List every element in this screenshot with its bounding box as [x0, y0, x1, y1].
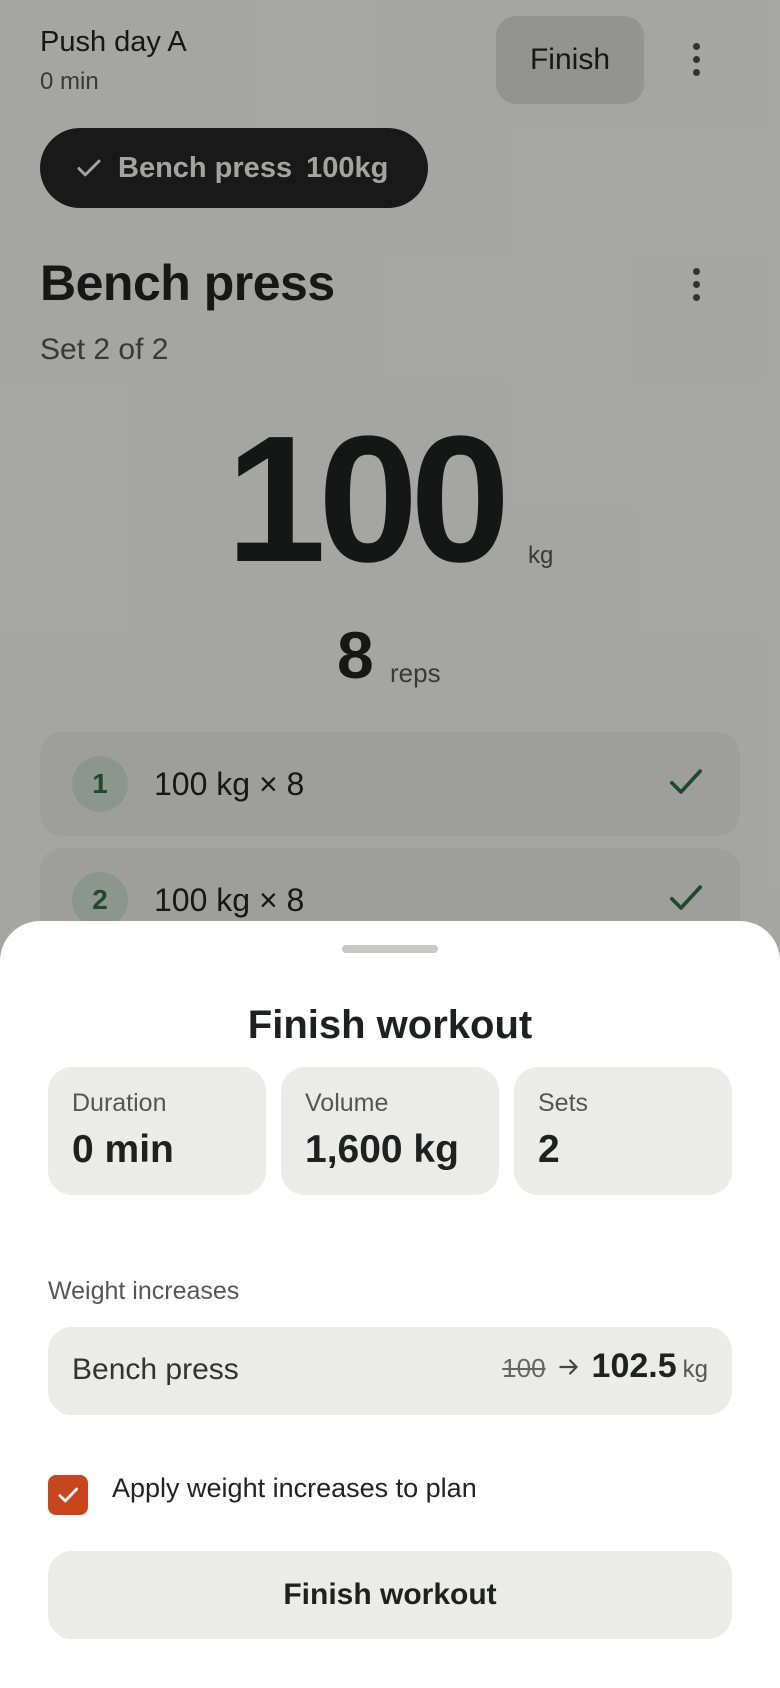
checkmark-icon — [58, 1487, 79, 1503]
stat-card-sets: Sets 2 — [514, 1067, 732, 1195]
stat-label: Duration — [72, 1089, 167, 1117]
apply-increases-option[interactable]: Apply weight increases to plan — [48, 1461, 477, 1515]
stat-value: 0 min — [72, 1128, 174, 1171]
apply-increases-checkbox[interactable] — [48, 1475, 88, 1515]
apply-increases-label: Apply weight increases to plan — [112, 1472, 477, 1503]
stat-card-duration: Duration 0 min — [48, 1067, 266, 1195]
weight-increases-label: Weight increases — [48, 1277, 240, 1305]
new-weight-unit: kg — [682, 1356, 708, 1383]
finish-workout-sheet: Finish workout Duration 0 min Volume 1,6… — [0, 921, 780, 1688]
stat-value: 1,600 kg — [305, 1128, 459, 1171]
finish-workout-button[interactable]: Finish workout — [48, 1551, 732, 1639]
increase-exercise-name: Bench press — [72, 1353, 239, 1386]
screen: Push day A 0 min Finish Bench press 100k… — [0, 0, 780, 1688]
arrow-right-icon — [558, 1358, 578, 1375]
stat-card-volume: Volume 1,600 kg — [281, 1067, 499, 1195]
stat-value: 2 — [538, 1128, 560, 1171]
old-weight: 100 — [502, 1353, 546, 1383]
new-weight: 102.5 — [591, 1347, 677, 1385]
stat-label: Volume — [305, 1089, 389, 1117]
increase-values: 100 102.5 kg — [502, 1347, 708, 1386]
weight-increase-row: Bench press 100 102.5 kg — [48, 1327, 732, 1415]
stat-label: Sets — [538, 1089, 589, 1117]
sheet-title: Finish workout — [247, 1003, 533, 1047]
sheet-drag-handle[interactable] — [342, 945, 438, 953]
